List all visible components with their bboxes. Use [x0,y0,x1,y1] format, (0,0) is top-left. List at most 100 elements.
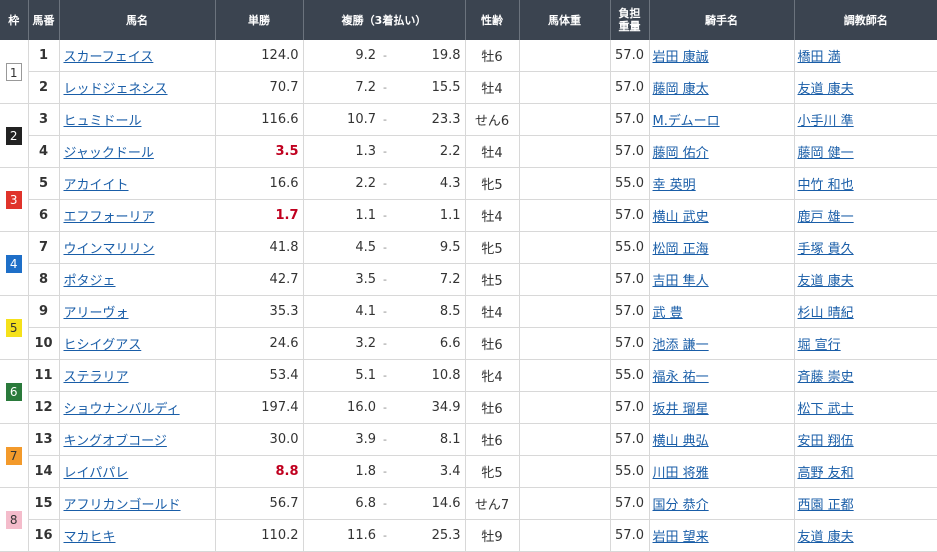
trainer-link[interactable]: 鹿戸 雄一 [798,210,854,225]
trainer-link[interactable]: 手塚 貴久 [798,242,854,257]
waku-badge: 1 [5,62,22,81]
jockey-link[interactable]: 川田 将雅 [653,466,709,481]
sex-age-cell: せん7 [465,487,520,520]
horse-name-cell: キングオブコージ [59,423,216,456]
trainer-link[interactable]: 高野 友和 [798,466,854,481]
header-burden: 負担 重量 [610,0,650,40]
place-odds-separator: - [380,71,390,104]
umaban-cell: 9 [28,295,60,328]
place-odds-low-cell: 10.7 [303,103,380,136]
sex-age-cell: 牝4 [465,359,520,392]
burden-weight-cell: 57.0 [610,40,650,72]
trainer-link[interactable]: 西園 正都 [798,498,854,513]
horse-name-link[interactable]: ヒュミドール [64,114,142,129]
jockey-link[interactable]: 福永 祐一 [653,370,709,385]
horse-weight-cell [519,167,611,200]
burden-weight-cell: 57.0 [610,327,650,360]
jockey-link[interactable]: 藤岡 佑介 [653,146,709,161]
place-odds-high-cell: 3.4 [390,455,466,488]
trainer-link[interactable]: 堀 宣行 [798,338,841,353]
horse-weight-cell [519,359,611,392]
trainer-link[interactable]: 橋田 満 [798,50,841,65]
horse-name-cell: レッドジェネシス [59,71,216,104]
place-odds-high-cell: 8.5 [390,295,466,328]
place-odds-separator: - [380,199,390,232]
horse-name-link[interactable]: キングオブコージ [64,434,167,449]
trainer-link[interactable]: 斉藤 崇史 [798,370,854,385]
trainer-link[interactable]: 杉山 晴紀 [798,306,854,321]
jockey-cell: 国分 恭介 [649,487,795,520]
sex-age-cell: 牡4 [465,199,520,232]
trainer-link[interactable]: 友道 康夫 [798,82,854,97]
umaban-cell: 8 [28,263,60,296]
jockey-link[interactable]: 国分 恭介 [653,498,709,513]
jockey-link[interactable]: M.デムーロ [653,114,720,129]
trainer-cell: 鹿戸 雄一 [794,199,937,232]
jockey-link[interactable]: 幸 英明 [653,178,696,193]
waku-badge: 7 [5,446,22,465]
place-odds-separator: - [380,103,390,136]
jockey-link[interactable]: 横山 典弘 [653,434,709,449]
jockey-link[interactable]: 松岡 正海 [653,242,709,257]
place-odds-high-cell: 2.2 [390,135,466,168]
jockey-link[interactable]: 藤岡 康太 [653,82,709,97]
umaban-cell: 13 [28,423,60,456]
trainer-link[interactable]: 松下 武士 [798,402,854,417]
horse-name-link[interactable]: アリーヴォ [64,306,129,321]
place-odds-separator: - [380,519,390,552]
jockey-link[interactable]: 岩田 康誠 [653,50,709,65]
horse-name-cell: ヒシイグアス [59,327,216,360]
header-burden-line1: 負担 [618,7,641,20]
jockey-link[interactable]: 横山 武史 [653,210,709,225]
place-odds-low-cell: 11.6 [303,519,380,552]
jockey-link[interactable]: 吉田 隼人 [653,274,709,289]
jockey-cell: 吉田 隼人 [649,263,795,296]
horse-name-link[interactable]: ジャックドール [64,146,154,161]
trainer-cell: 手塚 貴久 [794,231,937,264]
horse-weight-cell [519,40,611,72]
trainer-link[interactable]: 中竹 和也 [798,178,854,193]
trainer-cell: 友道 康夫 [794,71,937,104]
horse-name-link[interactable]: アカイイト [64,178,129,193]
waku-badge: 6 [5,382,22,401]
horse-name-link[interactable]: レイパパレ [64,466,129,481]
burden-weight-cell: 55.0 [610,167,650,200]
horse-weight-cell [519,199,611,232]
table-row: 14 レイパパレ 8.8 1.8-3.4 牝5 55.0 川田 将雅 高野 友和 [0,455,937,488]
trainer-link[interactable]: 友道 康夫 [798,274,854,289]
table-row: 4 7 ウインマリリン 41.8 4.5-9.5 牝5 55.0 松岡 正海 手塚 貴久 [0,231,937,296]
horse-name-link[interactable]: レッドジェネシス [64,82,168,97]
horse-name-link[interactable]: マカヒキ [64,530,116,545]
umaban-cell: 14 [28,455,60,488]
umaban-cell: 7 [28,231,60,264]
win-odds-cell: 30.0 [215,423,304,456]
horse-name-link[interactable]: ステラリア [64,370,129,385]
jockey-link[interactable]: 坂井 瑠星 [653,402,709,417]
trainer-link[interactable]: 友道 康夫 [798,530,854,545]
waku-badge: 3 [5,190,22,209]
jockey-link[interactable]: 武 豊 [653,306,683,321]
win-odds-cell: 3.5 [215,135,304,168]
horse-name-link[interactable]: ポタジェ [64,274,116,289]
horse-name-link[interactable]: スカーフェイス [64,50,154,65]
trainer-link[interactable]: 安田 翔伍 [798,434,854,449]
sex-age-cell: 牡4 [465,295,520,328]
jockey-cell: 藤岡 康太 [649,71,795,104]
trainer-cell: 西園 正都 [794,487,937,520]
place-odds-separator: - [380,391,390,424]
horse-name-link[interactable]: エフフォーリア [64,210,155,225]
horse-name-link[interactable]: ショウナンバルディ [64,402,180,417]
trainer-cell: 友道 康夫 [794,519,937,552]
jockey-link[interactable]: 岩田 望来 [653,530,709,545]
umaban-cell: 5 [28,167,60,200]
horse-name-link[interactable]: ヒシイグアス [64,338,142,353]
horse-name-link[interactable]: アフリカンゴールド [64,498,181,513]
sex-age-cell: 牝5 [465,167,520,200]
sex-age-cell: 牡6 [465,423,520,456]
horse-name-link[interactable]: ウインマリリン [64,242,155,257]
burden-weight-cell: 57.0 [610,199,650,232]
trainer-link[interactable]: 小手川 準 [798,114,854,129]
jockey-cell: 横山 典弘 [649,423,795,456]
trainer-link[interactable]: 藤岡 健一 [798,146,854,161]
jockey-link[interactable]: 池添 謙一 [653,338,709,353]
